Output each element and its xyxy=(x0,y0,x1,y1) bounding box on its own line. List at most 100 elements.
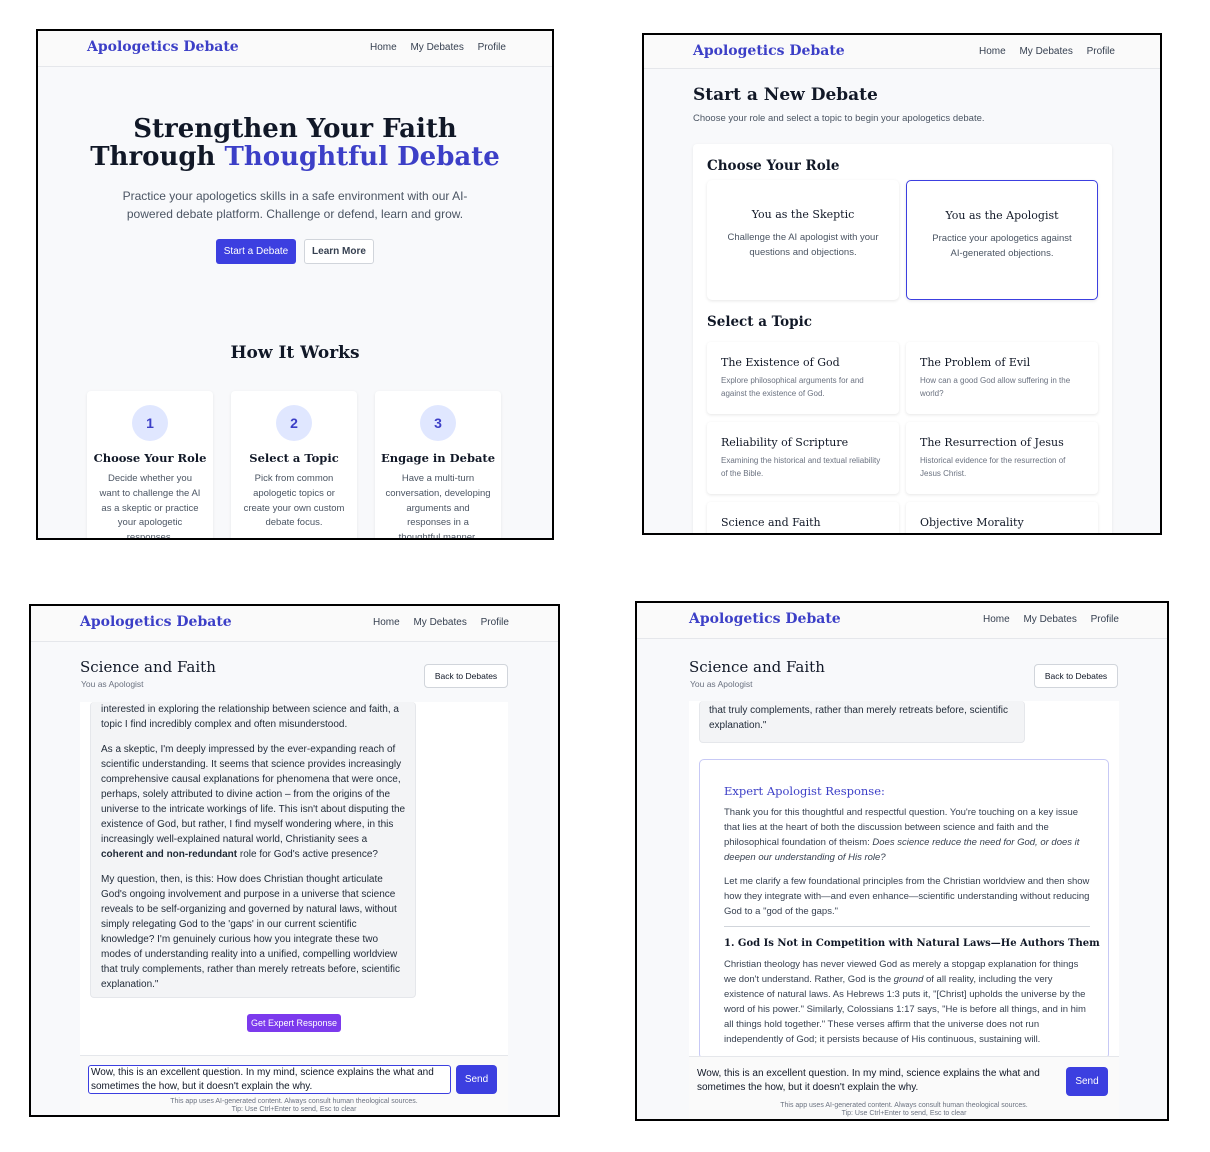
message-paragraph: As a skeptic, I'm deeply impressed by th… xyxy=(101,742,406,862)
role-card-apologist[interactable]: You as the Apologist Practice your apolo… xyxy=(906,180,1098,300)
hero-title-plain: Through xyxy=(90,142,225,172)
top-nav: Apologetics Debate Home My Debates Profi… xyxy=(38,31,552,67)
composer: Wow, this is an excellent question. In m… xyxy=(689,1056,1119,1119)
role-title: You as the Skeptic xyxy=(751,208,855,221)
topic-description: Explore philosophical arguments for and … xyxy=(721,376,864,398)
topic-title: The Resurrection of Jesus xyxy=(920,436,1064,449)
topic-card-reliability-of-scripture[interactable]: Reliability of Scripture Examining the h… xyxy=(707,422,899,494)
page-subtitle: Choose your role and select a topic to b… xyxy=(693,113,985,124)
debate-screenshot-question: Apologetics Debate Home My Debates Profi… xyxy=(29,604,560,1117)
debate-setup-card: Choose Your Role You as the Skeptic Chal… xyxy=(693,144,1112,533)
brand-logo[interactable]: Apologetics Debate xyxy=(80,614,232,630)
debate-role: You as Apologist xyxy=(690,679,753,689)
brand-logo[interactable]: Apologetics Debate xyxy=(689,611,841,627)
how-it-works-title: How It Works xyxy=(230,343,360,363)
debate-title: Science and Faith xyxy=(80,658,216,676)
back-to-debates-button[interactable]: Back to Debates xyxy=(424,664,508,688)
nav-profile[interactable]: Profile xyxy=(478,42,506,53)
role-title: You as the Apologist xyxy=(945,209,1059,222)
page-title: Start a New Debate xyxy=(693,85,878,105)
topic-card-existence-of-god[interactable]: The Existence of God Explore philosophic… xyxy=(707,342,899,414)
nav-profile[interactable]: Profile xyxy=(1091,614,1119,625)
top-nav: Apologetics Debate Home My Debates Profi… xyxy=(31,606,558,642)
role-card-skeptic[interactable]: You as the Skeptic Challenge the AI apol… xyxy=(707,180,899,300)
skeptic-message-tail: that truly complements, rather than mere… xyxy=(699,701,1025,743)
topic-title: Science and Faith xyxy=(721,516,821,529)
hero-subtitle: Practice your apologetics skills in a sa… xyxy=(122,189,468,221)
expert-italic-text: ground xyxy=(893,974,924,985)
step-number: 1 xyxy=(132,405,168,441)
step-number: 3 xyxy=(420,405,456,441)
nav-my-debates[interactable]: My Debates xyxy=(413,617,466,628)
expert-paragraph: Let me clarify a few foundational princi… xyxy=(724,876,1090,917)
brand-logo[interactable]: Apologetics Debate xyxy=(693,43,845,59)
back-to-debates-button[interactable]: Back to Debates xyxy=(1034,664,1118,688)
expert-paragraph: Christian theology has never viewed God … xyxy=(724,957,1090,1047)
chat-area: interested in exploring the relationship… xyxy=(80,702,508,1058)
debate-title: Science and Faith xyxy=(689,658,825,676)
brand-logo[interactable]: Apologetics Debate xyxy=(87,39,239,55)
nav-home[interactable]: Home xyxy=(983,614,1010,625)
expert-response-heading: Expert Apologist Response: xyxy=(724,784,885,798)
nav-my-debates[interactable]: My Debates xyxy=(1019,46,1072,57)
topic-title: The Existence of God xyxy=(721,356,840,369)
step-number: 2 xyxy=(276,405,312,441)
start-debate-button[interactable]: Start a Debate xyxy=(216,239,296,264)
step-description: Decide whether you want to challenge the… xyxy=(99,473,201,540)
step-title: Choose Your Role xyxy=(93,451,207,465)
message-bold-text: coherent and non-redundant xyxy=(101,849,238,860)
topic-card-objective-morality[interactable]: Objective Morality xyxy=(906,502,1098,533)
step-description: Pick from common apologetic topics or cr… xyxy=(243,473,345,529)
nav-home[interactable]: Home xyxy=(373,617,400,628)
topic-title: Objective Morality xyxy=(920,516,1024,529)
nav-my-debates[interactable]: My Debates xyxy=(410,42,463,53)
topic-card-problem-of-evil[interactable]: The Problem of Evil How can a good God a… xyxy=(906,342,1098,414)
learn-more-button[interactable]: Learn More xyxy=(304,239,374,264)
nav-links: Home My Debates Profile xyxy=(359,42,506,53)
expert-paragraph: Thank you for this thoughtful and respec… xyxy=(724,805,1090,865)
message-text: As a skeptic, I'm deeply impressed by th… xyxy=(101,744,406,845)
role-description: Challenge the AI apologist with your que… xyxy=(727,232,879,258)
topic-heading: Select a Topic xyxy=(707,314,812,330)
get-expert-response-button[interactable]: Get Expert Response xyxy=(247,1014,341,1032)
step-title: Engage in Debate xyxy=(380,451,496,465)
send-button[interactable]: Send xyxy=(456,1065,497,1094)
topic-card-science-and-faith[interactable]: Science and Faith xyxy=(707,502,899,533)
expert-section-heading: 1. God Is Not in Competition with Natura… xyxy=(724,938,1100,949)
nav-links: Home My Debates Profile xyxy=(362,617,509,628)
send-button[interactable]: Send xyxy=(1066,1067,1108,1096)
nav-links: Home My Debates Profile xyxy=(968,46,1115,57)
topic-title: Reliability of Scripture xyxy=(721,436,849,449)
composer: Wow, this is an excellent question. In m… xyxy=(80,1055,508,1115)
message-input[interactable]: Wow, this is an excellent question. In m… xyxy=(88,1065,451,1094)
step-title: Select a Topic xyxy=(249,451,339,465)
nav-links: Home My Debates Profile xyxy=(972,614,1119,625)
message-text: role for God's active presence? xyxy=(237,849,378,860)
hero-title-line2: Through Thoughtful Debate xyxy=(38,143,552,171)
nav-profile[interactable]: Profile xyxy=(481,617,509,628)
step-card-choose-role: 1 Choose Your Role Decide whether you wa… xyxy=(87,391,213,540)
topic-description: Historical evidence for the resurrection… xyxy=(920,456,1066,478)
nav-profile[interactable]: Profile xyxy=(1087,46,1115,57)
nav-home[interactable]: Home xyxy=(370,42,397,53)
nav-home[interactable]: Home xyxy=(979,46,1006,57)
section-divider xyxy=(724,926,1090,927)
message-paragraph: interested in exploring the relationship… xyxy=(101,704,399,730)
topic-description: How can a good God allow suffering in th… xyxy=(920,376,1071,398)
message-input[interactable]: Wow, this is an excellent question. In m… xyxy=(697,1067,1057,1097)
nav-my-debates[interactable]: My Debates xyxy=(1023,614,1076,625)
hero-title-line1: Strengthen Your Faith xyxy=(133,114,457,144)
message-paragraph: My question, then, is this: How does Chr… xyxy=(101,874,401,990)
landing-screenshot: Apologetics Debate Home My Debates Profi… xyxy=(36,29,554,540)
expert-response-card: Expert Apologist Response: Thank you for… xyxy=(699,759,1109,1056)
chat-area: that truly complements, rather than mere… xyxy=(689,701,1119,1056)
step-card-select-topic: 2 Select a Topic Pick from common apolog… xyxy=(231,391,357,538)
top-nav: Apologetics Debate Home My Debates Profi… xyxy=(644,35,1160,69)
skeptic-message: interested in exploring the relationship… xyxy=(90,702,416,998)
role-description: Practice your apologetics against AI-gen… xyxy=(932,233,1072,259)
keyboard-tip: Tip: Use Ctrl+Enter to send, Esc to clea… xyxy=(841,1110,967,1117)
topic-card-resurrection[interactable]: The Resurrection of Jesus Historical evi… xyxy=(906,422,1098,494)
step-card-engage: 3 Engage in Debate Have a multi-turn con… xyxy=(375,391,501,538)
topic-title: The Problem of Evil xyxy=(920,356,1031,369)
new-debate-screenshot: Apologetics Debate Home My Debates Profi… xyxy=(642,33,1162,535)
